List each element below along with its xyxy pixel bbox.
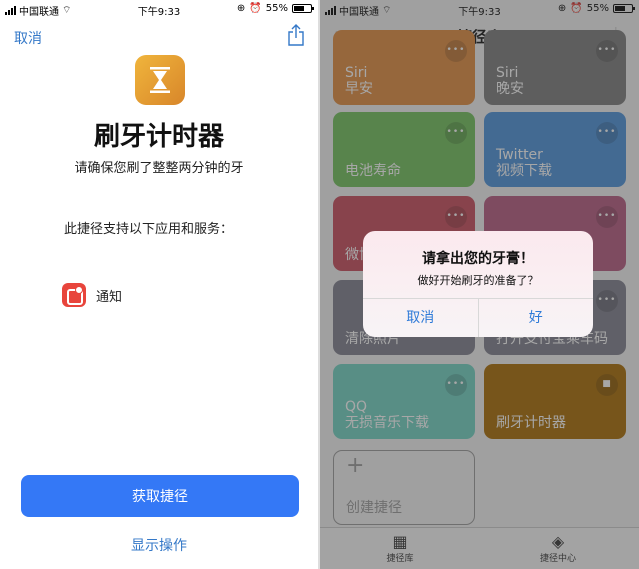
get-shortcut-button[interactable]: 获取捷径 — [21, 475, 299, 517]
alert-message: 做好开始刷牙的准备了？ — [417, 274, 539, 287]
show-actions-link[interactable]: 显示操作 — [0, 535, 318, 555]
alarm-icon: ⏰ — [249, 3, 262, 14]
share-icon[interactable] — [287, 24, 305, 46]
shortcut-title: 刷牙计时器 — [93, 122, 224, 152]
alert-cancel-button[interactable]: 取消 — [363, 299, 479, 337]
alert-ok-button[interactable]: 好 — [479, 299, 594, 337]
battery-percent: 55% — [265, 3, 288, 14]
status-bar: 中国联通 ⌔ 下午9:33 ⊕ ⏰ 55% — [0, 0, 318, 18]
shortcut-detail-screen: 中国联通 ⌔ 下午9:33 ⊕ ⏰ 55% 取消 刷牙计时器 请确保您刷了整整两分钟的… — [0, 0, 318, 569]
hourglass-icon — [150, 67, 170, 93]
notifications-icon — [62, 283, 86, 307]
battery-icon — [292, 4, 314, 13]
service-notifications: 通知 — [62, 283, 122, 307]
hourglass-app-icon — [135, 55, 185, 105]
cancel-button[interactable]: 取消 — [14, 28, 42, 48]
alert-dialog: 请拿出您的牙膏！ 做好开始刷牙的准备了？ 取消 好 — [363, 231, 593, 337]
shortcut-description: 请确保您刷了整整两分钟的牙 — [74, 161, 244, 176]
service-label: 通知 — [96, 289, 123, 305]
rotation-lock-icon: ⊕ — [236, 3, 246, 14]
alert-title: 请拿出您的牙膏！ — [422, 251, 534, 267]
supports-label: 此捷径支持以下应用和服务： — [64, 222, 234, 237]
